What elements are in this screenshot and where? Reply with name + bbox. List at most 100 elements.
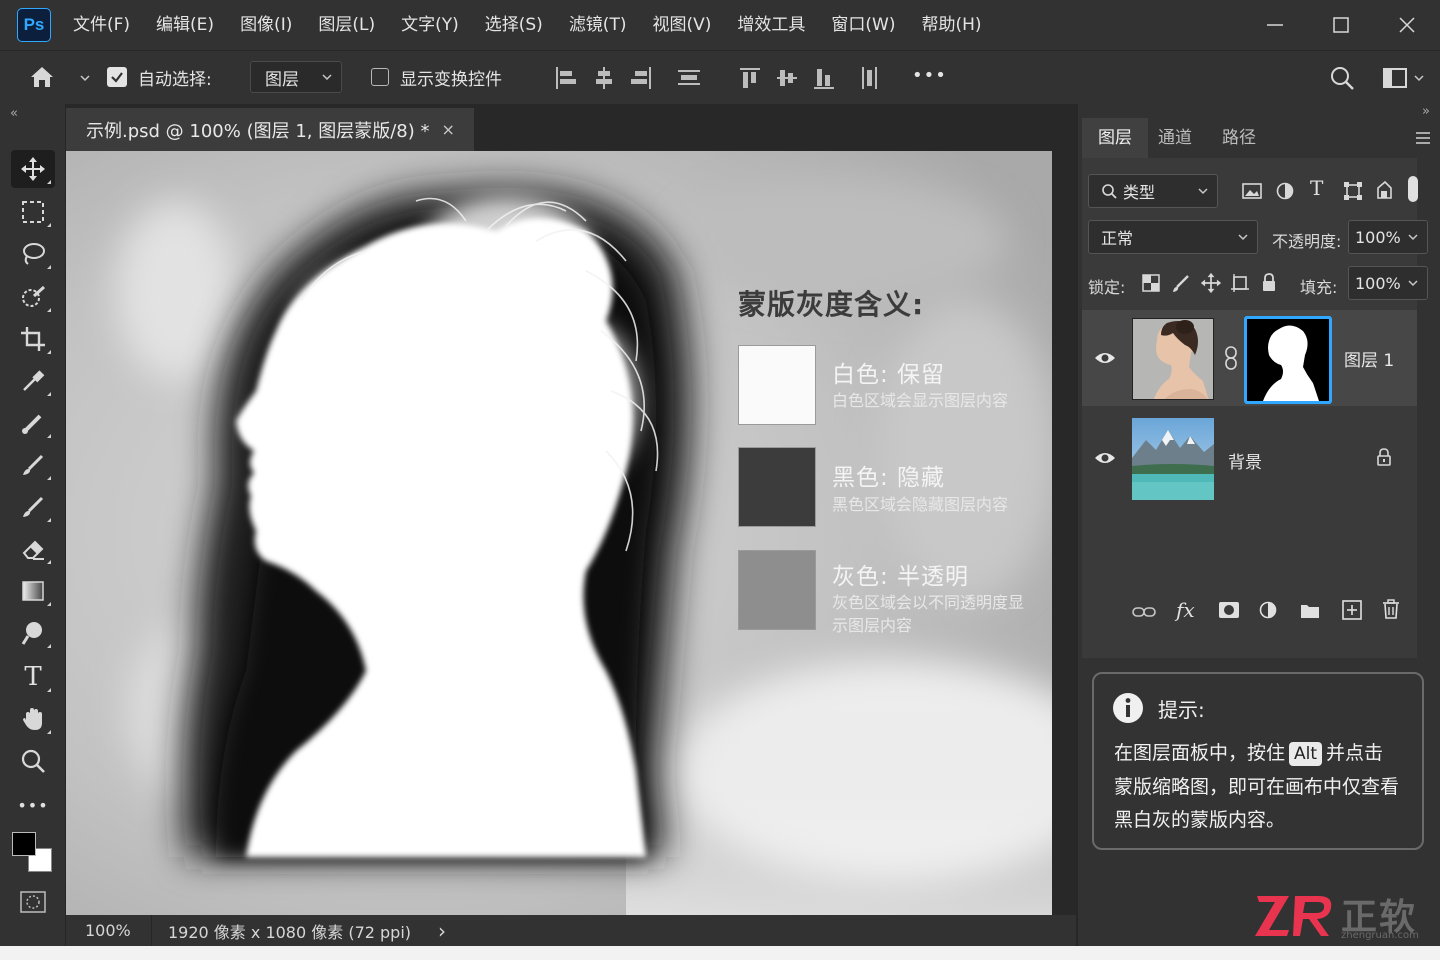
blend-mode-select[interactable]: 正常 [1088,220,1258,254]
layer-thumbnail-landscape[interactable] [1132,418,1214,500]
align-horizontal-center-button[interactable] [592,65,616,95]
tab-channels[interactable]: 通道 [1142,118,1208,158]
layer-filter-select[interactable]: 类型 [1088,174,1218,208]
tab-layers[interactable]: 图层 [1082,118,1148,158]
document-tab[interactable]: 示例.psd @ 100% (图层 1, 图层蒙版/8) * × [66,108,474,151]
hand-tool[interactable] [11,700,55,738]
align-vertical-center-button[interactable] [775,65,799,95]
menu-select[interactable]: 选择(S) [472,0,556,50]
brand-url: zhengruan.com [1341,930,1419,941]
bottom-strip [0,946,1440,960]
layer-visibility-toggle[interactable] [1094,350,1116,369]
link-layers-button[interactable] [1132,604,1156,623]
align-top-button[interactable] [738,65,762,95]
align-left-button[interactable] [554,65,578,95]
align-bottom-button[interactable] [812,65,836,95]
menu-type[interactable]: 文字(Y) [388,0,472,50]
filter-type-layers-icon[interactable]: T [1310,176,1323,200]
mask-link-icon[interactable] [1224,346,1238,374]
quick-select-tool[interactable] [11,278,55,316]
filter-toggle[interactable] [1408,176,1418,202]
more-tools-button[interactable]: ••• [11,786,55,824]
collapse-toolbar-icon[interactable]: « [10,106,18,121]
delete-layer-button[interactable] [1382,599,1400,623]
layers-panel-body: 类型 T 正常 不透明度: 100% 锁定: 填充: 100% 图层 1 背景 … [1082,158,1428,658]
layer-thumbnail-portrait[interactable] [1132,318,1214,400]
clone-stamp-tool[interactable] [11,488,55,526]
maximize-button[interactable] [1308,0,1374,50]
more-options-button[interactable]: ••• [912,65,947,86]
distribute-vertical-button[interactable] [677,65,701,95]
menu-plugins[interactable]: 增效工具 [724,0,818,50]
fill-input[interactable]: 100% [1348,266,1428,300]
layer-name-layer1[interactable]: 图层 1 [1344,346,1394,371]
status-divider [151,915,152,946]
lasso-tool[interactable] [11,235,55,273]
lock-artboard-button[interactable] [1230,273,1250,297]
layer-style-fx-button[interactable]: fx [1176,598,1195,622]
photoshop-logo: Ps [17,8,51,42]
layer-visibility-toggle[interactable] [1094,450,1116,469]
new-group-button[interactable] [1300,601,1320,623]
menu-file[interactable]: 文件(F) [60,0,143,50]
lock-image-pixels-button[interactable] [1171,273,1191,297]
foreground-color-swatch[interactable] [12,832,36,856]
new-adjustment-layer-button[interactable] [1259,601,1277,623]
layer-row-background[interactable]: 背景 [1082,408,1417,504]
menu-help[interactable]: 帮助(H) [908,0,994,50]
zoom-tool[interactable] [11,742,55,780]
smart-object-icon [1377,180,1392,199]
menu-layer[interactable]: 图层(L) [305,0,388,50]
home-button[interactable] [28,63,56,95]
filter-smart-objects-button[interactable] [1375,180,1393,204]
menu-edit[interactable]: 编辑(E) [143,0,227,50]
layer-mask-thumbnail[interactable] [1244,316,1332,404]
menu-filter[interactable]: 滤镜(T) [556,0,640,50]
distribute-horizontal-button[interactable] [858,65,882,95]
status-menu-arrow[interactable]: › [438,919,446,943]
tool-preset-dropdown[interactable] [78,70,92,89]
dodge-tool[interactable] [11,614,55,652]
type-tool[interactable]: T [11,658,55,696]
auto-select-checkbox[interactable] [107,67,127,87]
add-mask-button[interactable] [1218,601,1240,623]
menu-window[interactable]: 窗口(W) [818,0,908,50]
align-right-button[interactable] [629,65,653,95]
filter-pixel-layers-button[interactable] [1242,182,1262,204]
tab-paths[interactable]: 路径 [1206,118,1272,158]
marquee-tool[interactable] [11,193,55,231]
layer-name-background[interactable]: 背景 [1228,448,1262,473]
opacity-input[interactable]: 100% [1348,220,1428,254]
eraser-tool[interactable] [11,530,55,568]
zoom-level[interactable]: 100% [85,921,149,940]
lock-position-button[interactable] [1200,272,1222,298]
lock-transparent-pixels-button[interactable] [1142,274,1160,296]
healing-brush-tool[interactable] [11,404,55,442]
filter-adjustment-layers-button[interactable] [1276,182,1294,204]
panel-menu-button[interactable] [1415,130,1431,149]
expand-panels-icon[interactable]: » [1422,104,1430,119]
eyedropper-tool[interactable] [11,362,55,400]
crop-tool[interactable] [11,320,55,358]
lock-all-button[interactable] [1260,272,1278,296]
close-button[interactable] [1374,0,1440,50]
gradient-tool[interactable] [11,572,55,610]
panel-tabs: 图层 通道 路径 [1078,118,1440,158]
show-transform-checkbox[interactable] [371,68,389,86]
tip-line-1: 在图层面板中，按住 Alt 并点击 [1114,738,1383,766]
tab-close-icon[interactable]: × [441,120,454,139]
search-button[interactable] [1328,64,1356,96]
trash-icon [1383,599,1399,619]
quick-mask-button[interactable] [19,890,47,918]
menu-view[interactable]: 视图(V) [639,0,724,50]
workspace-button[interactable] [1382,65,1426,95]
move-tool[interactable] [11,150,55,188]
filter-shape-layers-button[interactable] [1343,181,1363,205]
brush-tool[interactable] [11,446,55,484]
menu-image[interactable]: 图像(I) [227,0,305,50]
new-layer-button[interactable] [1342,600,1362,624]
layer-row-layer1[interactable]: 图层 1 [1082,310,1417,406]
auto-select-target-select[interactable]: 图层 [250,61,342,93]
minimize-button[interactable] [1242,0,1308,50]
canvas[interactable]: 蒙版灰度含义: 白色: 保留 白色区域会显示图层内容 黑色: 隐藏 黑色区域会隐… [66,151,1052,915]
